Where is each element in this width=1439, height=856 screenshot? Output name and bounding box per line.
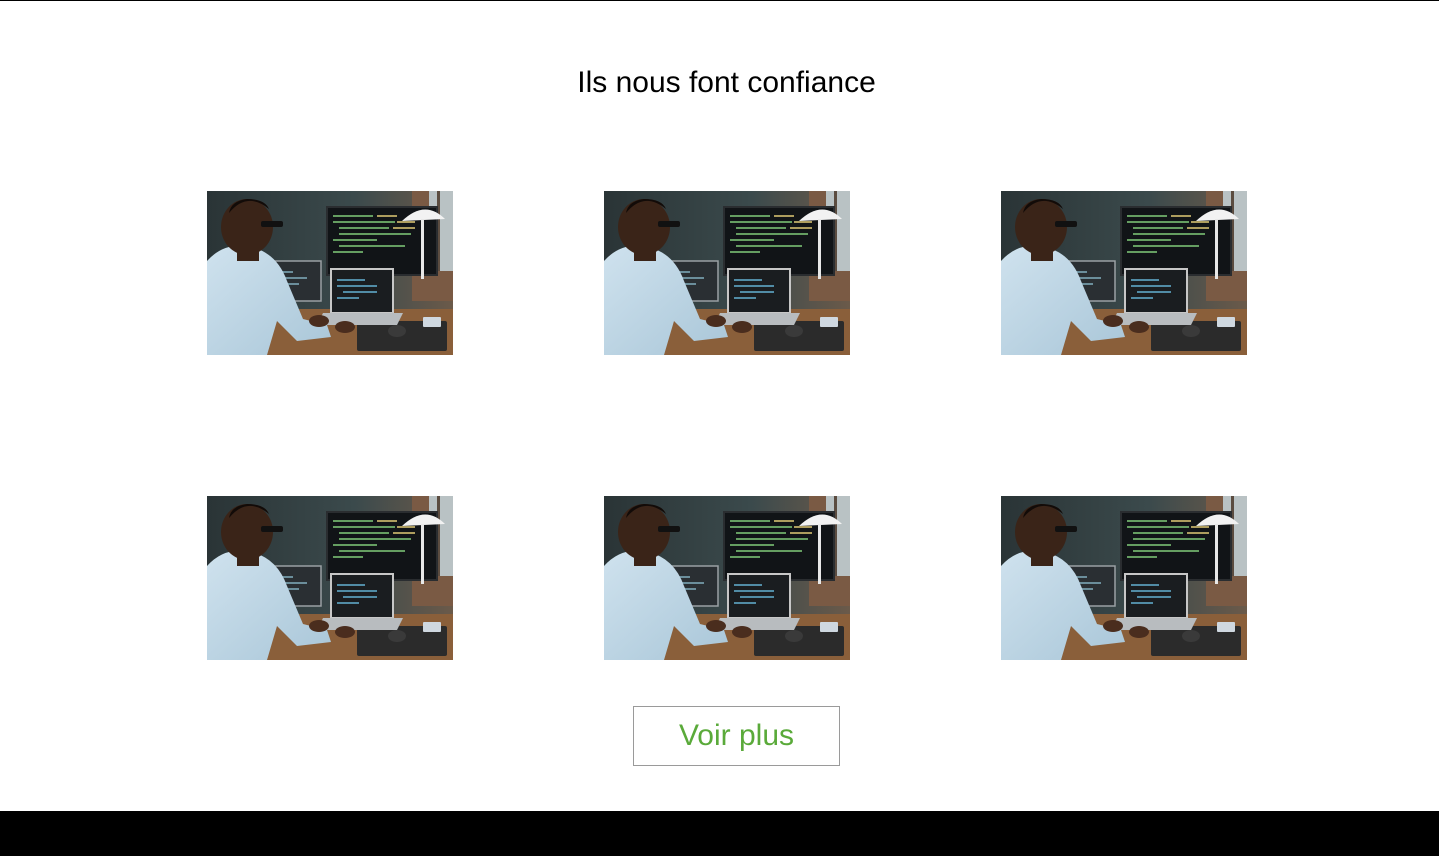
partner-gallery xyxy=(0,0,1439,700)
partner-image[interactable] xyxy=(1001,496,1247,660)
developer-workspace-photo-icon xyxy=(207,191,453,355)
developer-workspace-photo-icon xyxy=(604,191,850,355)
page: Ils nous font confiance Voir plus xyxy=(0,0,1439,856)
partner-image[interactable] xyxy=(604,191,850,355)
developer-workspace-photo-icon xyxy=(207,496,453,660)
partner-image[interactable] xyxy=(207,191,453,355)
developer-workspace-photo-icon xyxy=(1001,496,1247,660)
partner-image[interactable] xyxy=(604,496,850,660)
developer-workspace-photo-icon xyxy=(1001,191,1247,355)
footer-bar xyxy=(0,811,1439,856)
developer-workspace-photo-icon xyxy=(604,496,850,660)
partner-image[interactable] xyxy=(1001,191,1247,355)
see-more-button[interactable]: Voir plus xyxy=(633,706,840,766)
partner-image[interactable] xyxy=(207,496,453,660)
